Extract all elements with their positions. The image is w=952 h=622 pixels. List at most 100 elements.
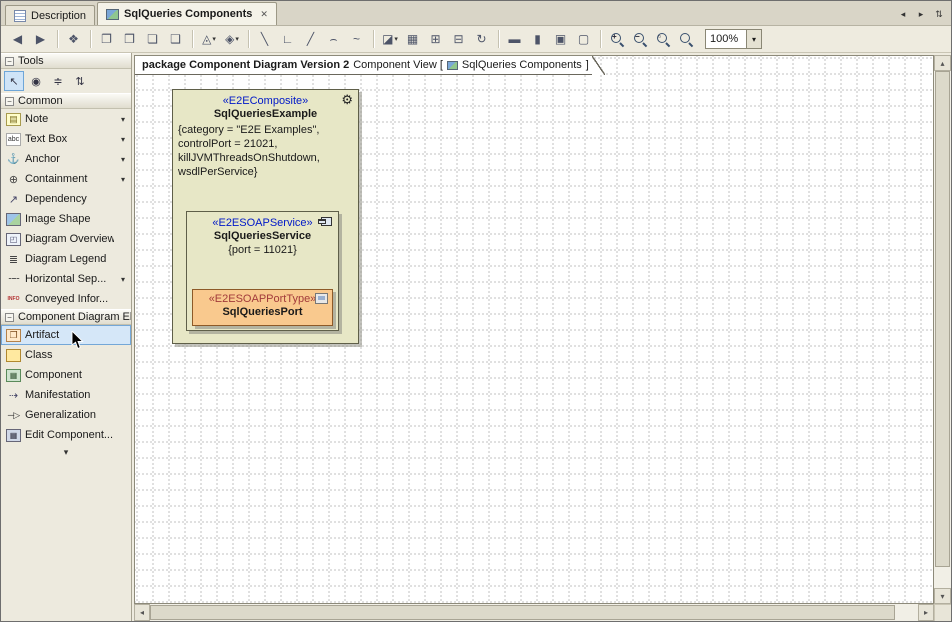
curved-path-button[interactable]: ⌢ [323, 28, 345, 50]
diagonal-path-button[interactable]: ╱ [300, 28, 322, 50]
back-button[interactable]: ◀ [7, 28, 29, 50]
sidebar-item-generalization[interactable]: ─▷ Generalization [1, 405, 131, 425]
make-same-height-button[interactable]: ▮ [527, 28, 549, 50]
frame-view-label: Component View [ [353, 59, 443, 71]
add-shape-button[interactable]: ◈▾ [221, 28, 243, 50]
chevron-down-icon[interactable]: ▾ [118, 175, 128, 184]
vertical-scrollbar[interactable]: ▴ ▾ [934, 55, 951, 604]
palette-item-icon: ╌╌ [6, 273, 21, 286]
rectilinear-path-button[interactable]: ∟ [277, 28, 299, 50]
collapse-icon[interactable]: − [5, 57, 14, 66]
frame-close-bracket: ] [586, 59, 589, 71]
oblique-path-button[interactable]: ╲ [254, 28, 276, 50]
chevron-down-icon[interactable]: ▾ [118, 135, 128, 144]
sidebar-item-edit-component[interactable]: ▦ Edit Component... [1, 425, 131, 445]
magnifier-icon [679, 32, 694, 47]
horizontal-scrollbar[interactable]: ◂ ▸ [134, 604, 934, 621]
tabs-scroll-left-button[interactable]: ◂ [895, 6, 911, 22]
chevron-down-icon[interactable]: ▾ [118, 275, 128, 284]
palette-section-tools[interactable]: − Tools [1, 53, 131, 69]
scroll-right-button[interactable]: ▸ [918, 604, 934, 621]
component-sqlqueriesservice[interactable]: «E2ESOAPService» SqlQueriesService {port… [186, 211, 339, 331]
sidebar-item-image-shape[interactable]: ▨ Image Shape [1, 209, 131, 229]
palette-item-icon: ▭ [6, 349, 21, 362]
vertical-scroll-thumb[interactable] [935, 71, 950, 567]
toolbar-group-size: ▬ ▮ ▣ ▢ [504, 28, 595, 50]
toolbar-group-zoom: + − ▫ [606, 28, 697, 50]
show-grid-button[interactable]: ▦ [402, 28, 424, 50]
port-sqlqueriesport[interactable]: «E2ESOAPPortType» SqlQueriesPort [192, 289, 333, 326]
toolbar-group-clipboard: ❐ ❒ ❏ ❑ [96, 28, 187, 50]
zoom-out-button[interactable]: − [629, 28, 651, 50]
sidebar-item-component[interactable]: ▦ Component [1, 365, 131, 385]
paste-button[interactable]: ❒ [119, 28, 141, 50]
palette-section-component-diagram-elements[interactable]: − Component Diagram El... [1, 309, 131, 325]
sidebar-item-dependency[interactable]: ↗ Dependency [1, 189, 131, 209]
swimlane-button[interactable]: ◬▾ [198, 28, 220, 50]
collapse-icon[interactable]: − [5, 313, 14, 322]
vertical-scroll-track[interactable] [934, 71, 951, 588]
distribute-shapes-button[interactable]: ⇅ [70, 71, 90, 91]
chevron-down-icon[interactable]: ▾ [746, 30, 761, 48]
zoom-selection-button[interactable] [675, 28, 697, 50]
scroll-up-button[interactable]: ▴ [934, 55, 951, 71]
sidebar-item-text-box[interactable]: abc Text Box ▾ [1, 129, 131, 149]
stereotype-label: «E2ESOAPPortType» [193, 293, 332, 305]
sidebar-item-diagram-overview[interactable]: ◰ Diagram Overview [1, 229, 131, 249]
layout-button[interactable]: ⊟ [448, 28, 470, 50]
toolbar-group-shape: ◬▾ ◈▾ [198, 28, 243, 50]
collapse-icon[interactable]: − [5, 97, 14, 106]
spline-path-button[interactable]: ~ [346, 28, 368, 50]
section-title: Common [18, 95, 63, 107]
tab-description[interactable]: Description [5, 5, 95, 25]
selection-tool-button[interactable]: ↖ [4, 71, 24, 91]
sticky-selection-button[interactable]: ◉ [26, 71, 46, 91]
make-same-width-button[interactable]: ▬ [504, 28, 526, 50]
sidebar-item-containment[interactable]: ⊕ Containment ▾ [1, 169, 131, 189]
diagram-toolbar: ◀ ▶ ❖ ❐ ❒ ❏ ❑ ◬▾ [1, 26, 951, 53]
palette-section-common[interactable]: − Common [1, 93, 131, 109]
tab-sqlqueries-components[interactable]: SqlQueries Components ✕ [97, 2, 277, 25]
snap-to-grid-button[interactable]: ⊞ [425, 28, 447, 50]
sidebar-item-note[interactable]: ▤ Note ▾ [1, 109, 131, 129]
palette-item-icon: ❐ [6, 329, 21, 342]
sidebar-item-class[interactable]: ▭ Class [1, 345, 131, 365]
toolbar-group-tree: ❖ [63, 28, 85, 50]
palette-more-button[interactable]: ▾ [1, 445, 131, 460]
forward-button[interactable]: ▶ [30, 28, 52, 50]
sidebar-item-diagram-legend[interactable]: ≣ Diagram Legend [1, 249, 131, 269]
chevron-down-icon[interactable]: ▾ [118, 115, 128, 124]
refresh-button[interactable]: ↻ [471, 28, 493, 50]
zoom-fit-button[interactable]: ▫ [652, 28, 674, 50]
sidebar-item-horizontal-separator[interactable]: ╌╌ Horizontal Sep... ▾ [1, 269, 131, 289]
sidebar-item-anchor[interactable]: ⚓ Anchor ▾ [1, 149, 131, 169]
copy-button[interactable]: ❐ [96, 28, 118, 50]
component-properties: {port = 11021} [187, 244, 338, 256]
select-in-containment-tree-button[interactable]: ❖ [63, 28, 85, 50]
diagram-canvas[interactable]: package Component Diagram Version 2 Comp… [134, 55, 934, 604]
close-icon[interactable]: ✕ [260, 9, 268, 20]
scroll-left-button[interactable]: ◂ [134, 604, 150, 621]
section-title: Tools [18, 55, 44, 67]
description-icon [14, 10, 26, 22]
sidebar-item-artifact[interactable]: ❐ Artifact [1, 325, 131, 345]
palette-item-icon: ⚓ [6, 153, 21, 166]
align-shapes-button[interactable]: ≑ [48, 71, 68, 91]
paste-image-button[interactable]: ❑ [165, 28, 187, 50]
tabs-scroll-right-button[interactable]: ▸ [913, 6, 929, 22]
copy-image-button[interactable]: ❏ [142, 28, 164, 50]
port-name: SqlQueriesPort [193, 306, 332, 318]
sidebar-item-manifestation[interactable]: ⇢ Manifestation [1, 385, 131, 405]
horizontal-scroll-thumb[interactable] [150, 605, 895, 620]
chevron-down-icon[interactable]: ▾ [118, 155, 128, 164]
make-same-size-button[interactable]: ▣ [550, 28, 572, 50]
zoom-in-button[interactable]: + [606, 28, 628, 50]
zoom-select[interactable]: 100% ▾ [705, 29, 762, 49]
format-painter-button[interactable]: ◪▾ [379, 28, 401, 50]
autosize-button[interactable]: ▢ [573, 28, 595, 50]
component-sqlqueriesexample[interactable]: ⚙ «E2EComposite» SqlQueriesExample {cate… [172, 89, 359, 344]
horizontal-scroll-track[interactable] [150, 604, 918, 621]
sidebar-item-conveyed-information[interactable]: INFO Conveyed Infor... [1, 289, 131, 309]
tabs-updown-button[interactable]: ⇅ [931, 6, 947, 22]
scroll-down-button[interactable]: ▾ [934, 588, 951, 604]
